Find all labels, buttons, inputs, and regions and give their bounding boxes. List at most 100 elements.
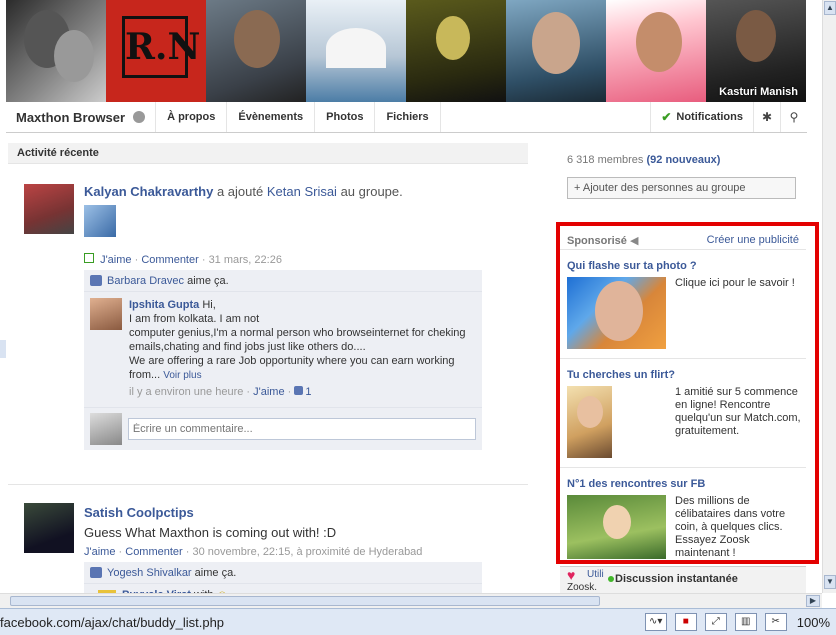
logo-text: R.N xyxy=(122,16,200,78)
comment-like-link[interactable]: J'aime xyxy=(253,386,284,398)
tab-about[interactable]: À propos xyxy=(156,102,228,132)
globe-icon xyxy=(133,111,146,123)
post-text: Guess What Maxthon is coming out with! :… xyxy=(84,525,337,540)
post-headline: Kalyan Chakravarthy a ajouté Ketan Srisa… xyxy=(84,184,482,199)
chat-bar[interactable]: ♥ Utili Zoosk. Discussion instantanée xyxy=(560,566,806,594)
divider xyxy=(8,484,528,485)
chat-label[interactable]: Discussion instantanée xyxy=(615,573,738,585)
comment-line: I am from kolkata. I am not xyxy=(129,313,260,325)
liker-name[interactable]: Yogesh Shivalkar xyxy=(107,567,192,579)
split-view-icon[interactable]: ▥ xyxy=(734,613,757,631)
ad-image[interactable] xyxy=(567,495,666,559)
horizontal-scrollbar[interactable]: ▶ xyxy=(0,593,822,608)
create-ad-link[interactable]: Créer une publicité xyxy=(707,234,799,247)
search-icon[interactable]: ⚲ xyxy=(780,102,807,132)
separator: · xyxy=(118,546,123,558)
cover-tile[interactable] xyxy=(406,0,506,102)
post-actions: J'aime · Commenter · 30 novembre, 22:15,… xyxy=(84,546,482,558)
cover-tile[interactable]: Kasturi Manish xyxy=(706,0,806,102)
scroll-right-icon[interactable]: ▶ xyxy=(806,595,820,607)
thumbs-up-icon xyxy=(90,275,102,286)
comment-like-count[interactable]: 1 xyxy=(305,386,311,398)
post-suffix: au groupe. xyxy=(340,184,403,199)
scroll-up-icon[interactable]: ▲ xyxy=(824,1,836,15)
cover-tile[interactable] xyxy=(506,0,606,102)
like-link[interactable]: J'aime xyxy=(84,546,115,558)
stop-icon[interactable]: ■ xyxy=(674,613,697,631)
activity-feed: Activité récente Kalyan Chakravarthy a a… xyxy=(8,143,528,606)
post-author[interactable]: Kalyan Chakravarthy xyxy=(84,184,213,199)
comment-author[interactable]: Ipshita Gupta xyxy=(129,299,199,311)
comment-link[interactable]: Commenter xyxy=(125,546,182,558)
like-icon xyxy=(84,253,94,263)
scroll-down-icon[interactable]: ▼ xyxy=(824,575,836,589)
cover-tile[interactable] xyxy=(206,0,306,102)
vertical-scrollbar[interactable]: ▲ ▼ xyxy=(822,0,836,593)
avatar[interactable] xyxy=(90,298,122,330)
ad-image[interactable] xyxy=(567,277,666,349)
cover-tile[interactable] xyxy=(606,0,706,102)
comment-line: Hi, xyxy=(202,299,216,311)
screenshot-icon[interactable]: ✂ xyxy=(764,613,787,631)
comment-time: il y a environ une heure · xyxy=(129,386,251,398)
cover-tile[interactable] xyxy=(306,0,406,102)
liker-name[interactable]: Barbara Dravec xyxy=(107,275,184,287)
group-tab-bar: Maxthon Browser À propos Évènements Phot… xyxy=(6,102,807,133)
comment-link[interactable]: Commenter xyxy=(141,254,198,266)
cover-member-name: Kasturi Manish xyxy=(719,86,798,98)
zoom-level[interactable]: 100% xyxy=(797,615,830,630)
cover-tile[interactable]: R.N xyxy=(106,0,206,102)
comment-line: emails,chating and find jobs just like o… xyxy=(129,341,366,353)
group-name-tab[interactable]: Maxthon Browser xyxy=(6,102,157,132)
ad-title[interactable]: N°1 des rencontres sur FB xyxy=(567,478,799,490)
cover-tile[interactable] xyxy=(6,0,106,102)
post-time: · 31 mars, 22:26 xyxy=(201,254,282,266)
chat-zoosk-text: Zoosk. xyxy=(567,582,598,593)
sponsored-header: Sponsorisé ◀ Créer une publicité xyxy=(560,232,806,250)
add-people-button[interactable]: + Ajouter des personnes au groupe xyxy=(567,177,796,199)
face-shape xyxy=(603,505,631,539)
comment-input[interactable] xyxy=(127,418,476,440)
notifications-button[interactable]: ✔ Notifications xyxy=(650,102,753,132)
face-shape xyxy=(595,281,643,341)
tab-events[interactable]: Évènements xyxy=(227,102,316,132)
avatar xyxy=(90,413,122,445)
post-action: a ajouté xyxy=(216,184,264,199)
new-members-link[interactable]: (92 nouveaux) xyxy=(647,154,721,166)
scroll-thumb[interactable] xyxy=(10,596,600,606)
thumbs-up-icon xyxy=(294,386,304,395)
member-count-text: 6 318 membres xyxy=(567,154,644,166)
ad-title[interactable]: Qui flashe sur ta photo ? xyxy=(567,260,799,272)
network-icon[interactable]: ∿▾ xyxy=(644,613,667,631)
see-more-link[interactable]: Voir plus xyxy=(163,370,201,381)
comments-box: Barbara Dravec aime ça. Ipshita Gupta Hi… xyxy=(84,270,482,450)
avatar[interactable] xyxy=(24,503,74,553)
online-status-icon xyxy=(608,576,614,582)
ad-text: Clique ici pour le savoir ! xyxy=(675,277,795,289)
likes-suffix: aime ça. xyxy=(187,274,229,287)
likes-row: Yogesh Shivalkar aime ça. xyxy=(84,562,482,584)
added-member-thumb[interactable] xyxy=(84,205,116,237)
ad-title[interactable]: Tu cherches un flirt? xyxy=(567,369,799,381)
fullscreen-icon[interactable]: ⤢ xyxy=(704,613,727,631)
comment-line: from... xyxy=(129,369,161,381)
like-link[interactable]: J'aime xyxy=(100,254,131,266)
cover-photo-strip: R.N Kasturi Manish xyxy=(6,0,807,102)
sponsored-label: Sponsorisé xyxy=(567,235,627,247)
chat-util-text: Utili xyxy=(587,569,604,580)
sponsored-panel: Sponsorisé ◀ Créer une publicité Qui fla… xyxy=(560,232,806,577)
post-actions: J'aime · Commenter · 31 mars, 22:26 xyxy=(84,253,482,266)
ad-image[interactable] xyxy=(567,386,612,458)
ad-item[interactable]: N°1 des rencontres sur FB Des millions d… xyxy=(560,468,806,577)
face-shape xyxy=(577,396,603,428)
ad-item[interactable]: Tu cherches un flirt? 1 amitié sur 5 com… xyxy=(560,359,806,468)
group-sidebar: 6 318 membres (92 nouveaux) + Ajouter de… xyxy=(560,143,806,199)
post-target[interactable]: Ketan Srisai xyxy=(267,184,337,199)
tab-photos[interactable]: Photos xyxy=(315,102,376,132)
gear-icon[interactable]: ✱ xyxy=(753,102,780,132)
post-author[interactable]: Satish Coolpctips xyxy=(84,505,482,520)
avatar[interactable] xyxy=(24,184,74,234)
tab-files[interactable]: Fichiers xyxy=(375,102,441,132)
ad-item[interactable]: Qui flashe sur ta photo ? Clique ici pou… xyxy=(560,250,806,359)
status-url: facebook.com/ajax/chat/buddy_list.php xyxy=(0,614,225,630)
